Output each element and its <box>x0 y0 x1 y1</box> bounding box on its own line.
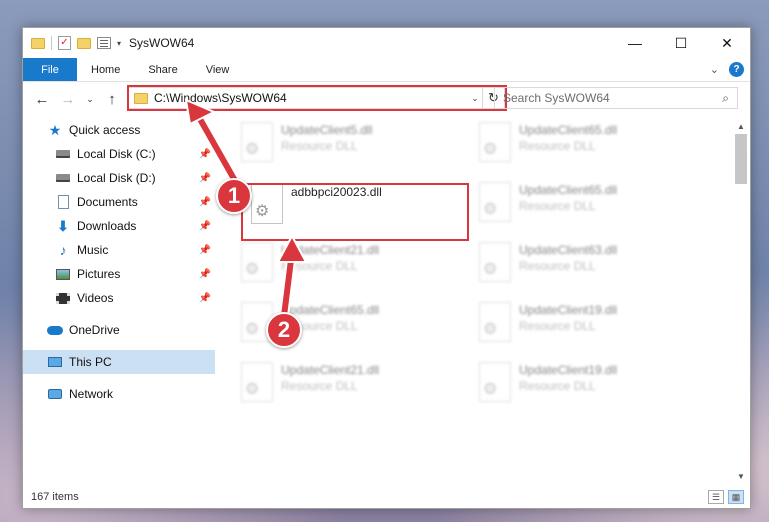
arrow-step-1 <box>193 109 241 189</box>
step-marker-1: 1 <box>216 178 252 214</box>
annotation-arrows <box>184 98 308 321</box>
arrowhead-step-2 <box>276 233 308 263</box>
step-marker-2: 2 <box>266 312 302 348</box>
